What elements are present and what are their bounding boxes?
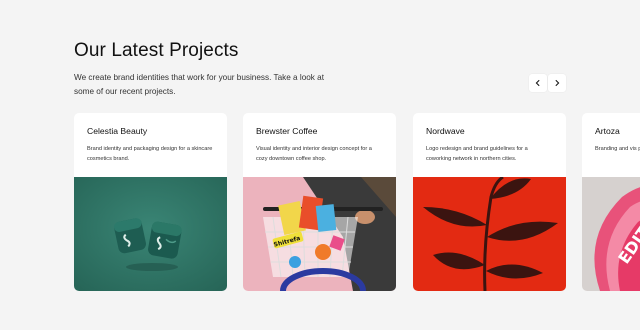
- project-description: Brand identity and packaging design for …: [87, 146, 213, 162]
- project-card-celestia-beauty[interactable]: Celestia Beauty Brand identity and packa…: [74, 113, 227, 291]
- project-name: Brewster Coffee: [256, 126, 318, 136]
- red-plant-silhouette-image: [413, 177, 566, 291]
- skincare-jars-image: [74, 177, 227, 291]
- carousel-prev-button[interactable]: [529, 74, 547, 92]
- project-description: Branding and vis platform for crea: [595, 146, 640, 152]
- project-description: Logo redesign and brand guidelines for a…: [426, 146, 528, 162]
- section-subtitle: We create brand identities that work for…: [74, 73, 325, 96]
- project-name: Artoza: [595, 126, 620, 136]
- chevron-left-icon: [535, 79, 540, 87]
- project-card-artoza[interactable]: Artoza Branding and vis platform for cre…: [582, 113, 640, 291]
- coffee-bike-basket-image: Shitrefa: [243, 177, 396, 291]
- pink-3d-typography-image: EDIT: [582, 177, 640, 291]
- project-description: Visual identity and interior design conc…: [256, 146, 372, 162]
- carousel-next-button[interactable]: [548, 74, 566, 92]
- project-card-nordwave[interactable]: Nordwave Logo redesign and brand guideli…: [413, 113, 566, 291]
- project-card-brewster-coffee[interactable]: Brewster Coffee Visual identity and inte…: [243, 113, 396, 291]
- chevron-right-icon: [555, 79, 560, 87]
- section-title: Our Latest Projects: [74, 40, 239, 61]
- project-name: Nordwave: [426, 126, 465, 136]
- project-name: Celestia Beauty: [87, 126, 148, 136]
